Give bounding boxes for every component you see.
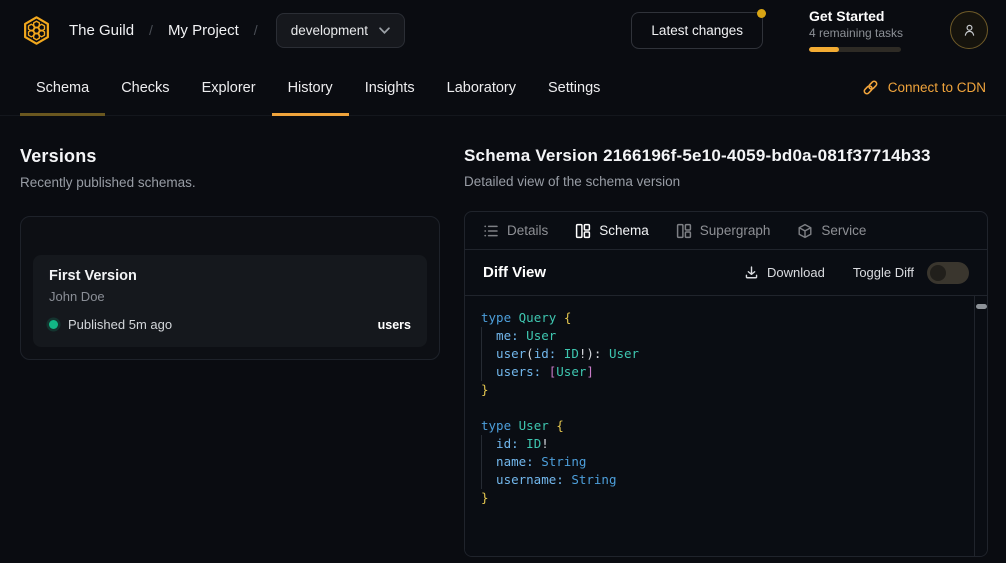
breadcrumb: The Guild / My Project / development [20,13,405,48]
user-avatar[interactable] [950,11,988,49]
primary-nav: Schema Checks Explorer History Insights … [0,60,1006,116]
tab-explorer[interactable]: Explorer [186,60,272,115]
versions-card: First Version John Doe Published 5m ago … [20,216,440,360]
layout-columns-icon [575,223,591,239]
code-block: type Query { me: User user(id: ID!): Use… [465,295,987,556]
tab-details[interactable]: Details [483,223,548,239]
versions-title: Versions [20,146,440,167]
diff-actions: Download Toggle Diff [744,262,969,284]
breadcrumb-separator: / [149,22,153,38]
code-lines: type Query { me: User user(id: ID!): Use… [481,309,971,507]
cube-icon [797,223,813,239]
version-meta-row: Published 5m ago users [49,317,411,332]
schema-detail-panel: Details Schema Supergr [464,211,988,557]
chevron-down-icon [379,27,390,34]
tab-settings[interactable]: Settings [532,60,616,115]
hive-logo-icon[interactable] [20,14,53,47]
version-detail-column: Schema Version 2166196f-5e10-4059-bd0a-0… [464,146,988,557]
breadcrumb-org[interactable]: The Guild [69,22,134,39]
tab-supergraph-label: Supergraph [700,223,771,238]
diff-toolbar: Diff View Download Toggle Diff [465,250,987,295]
version-author: John Doe [49,289,411,304]
tab-service-label: Service [821,223,866,238]
versions-column: Versions Recently published schemas. Fir… [20,146,440,360]
connect-to-cdn-link[interactable]: Connect to CDN [862,60,986,115]
versions-subtitle: Recently published schemas. [20,175,440,190]
tab-schema-view[interactable]: Schema [575,223,649,239]
app-header: The Guild / My Project / development Lat… [0,0,1006,60]
version-name: First Version [49,268,411,284]
version-status: Published 5m ago [68,317,172,332]
get-started-progress-fill [809,47,839,52]
get-started-subtitle: 4 remaining tasks [809,26,904,40]
header-right: Latest changes Get Started 4 remaining t… [631,8,988,52]
tab-details-label: Details [507,223,548,238]
latest-changes-button[interactable]: Latest changes [631,12,763,49]
service-badge: users [378,318,411,332]
tab-history[interactable]: History [272,60,349,115]
diff-view-title: Diff View [483,264,546,281]
latest-changes-label: Latest changes [651,23,743,38]
list-icon [483,223,499,239]
tab-supergraph[interactable]: Supergraph [676,223,771,239]
get-started-progressbar [809,47,901,52]
tab-schema-view-label: Schema [599,223,649,238]
toggle-diff-control: Toggle Diff [853,262,969,284]
tab-service[interactable]: Service [797,223,866,239]
toggle-diff-switch[interactable] [927,262,969,284]
connect-to-cdn-label: Connect to CDN [888,80,986,95]
published-status-dot-icon [49,320,58,329]
tab-laboratory[interactable]: Laboratory [431,60,532,115]
person-icon [961,22,978,39]
code-scrollbar [974,296,987,556]
download-button[interactable]: Download [744,265,825,280]
switch-knob [930,265,946,281]
get-started-widget[interactable]: Get Started 4 remaining tasks [809,8,904,52]
notification-dot [757,9,766,18]
breadcrumb-project[interactable]: My Project [168,22,239,39]
tab-schema[interactable]: Schema [20,60,105,115]
link-icon [862,79,879,96]
target-selector-dropdown[interactable]: development [276,13,405,48]
toggle-diff-label: Toggle Diff [853,265,914,280]
tab-insights[interactable]: Insights [349,60,431,115]
page-title: Schema Version 2166196f-5e10-4059-bd0a-0… [464,146,988,166]
page-subtitle: Detailed view of the schema version [464,174,988,189]
code-scrollbar-thumb[interactable] [976,304,987,309]
download-label: Download [767,265,825,280]
breadcrumb-separator: / [254,22,258,38]
main-content: Versions Recently published schemas. Fir… [0,116,1006,557]
get-started-title: Get Started [809,8,904,24]
download-icon [744,265,759,280]
target-selector-value: development [291,23,368,38]
tab-checks[interactable]: Checks [105,60,185,115]
detail-tabs: Details Schema Supergr [465,212,987,250]
layout-columns-icon [676,223,692,239]
version-list-item[interactable]: First Version John Doe Published 5m ago … [33,255,427,347]
